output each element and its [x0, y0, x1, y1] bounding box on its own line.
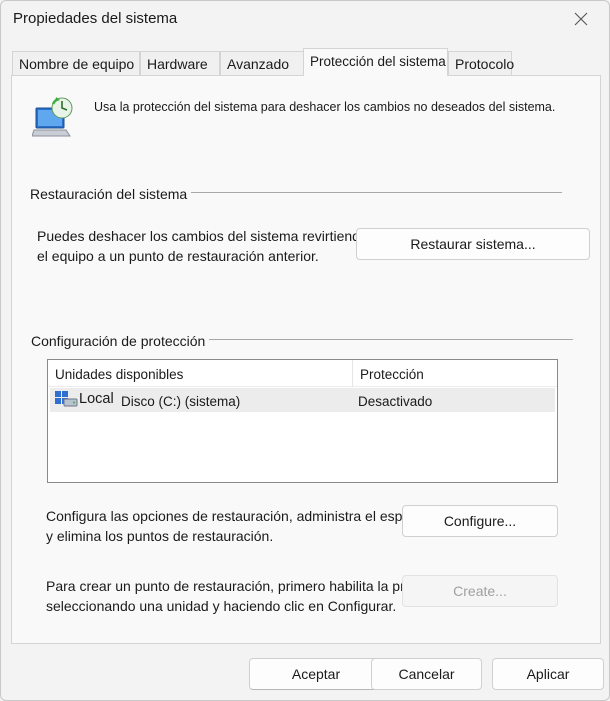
create-button[interactable]: Create... — [402, 575, 558, 607]
tab-label: Protección del sistema — [310, 54, 446, 69]
restore-group-label: Restauración del sistema — [30, 186, 192, 202]
tab-computer-name[interactable]: Nombre de equipo — [12, 51, 140, 75]
tab-remote[interactable]: Protocolo — [448, 51, 515, 75]
drives-list[interactable]: Unidades disponibles Protección Local Di… — [47, 359, 558, 483]
window-title: Propiedades del sistema — [13, 10, 178, 27]
apply-button[interactable]: Aplicar — [492, 658, 604, 690]
tab-hardware[interactable]: Hardware — [140, 51, 220, 75]
create-description-line: Para crear un punto de restauración, pri… — [46, 578, 457, 594]
system-restore-button[interactable]: Restaurar sistema... — [356, 228, 590, 260]
tab-advanced[interactable]: Avanzado — [220, 51, 304, 75]
drive-name: Disco (C:) (sistema) — [121, 394, 241, 409]
drive-icon — [55, 391, 78, 407]
restore-description: Puedes deshacer los cambios del sistema … — [37, 226, 368, 266]
tab-label: Protocolo — [455, 56, 515, 72]
table-row[interactable]: Local Disco (C:) (sistema) Desactivado — [50, 388, 555, 412]
cancel-button[interactable]: Cancelar — [371, 658, 482, 690]
column-header-drives[interactable]: Unidades disponibles — [55, 367, 183, 382]
tab-label: Hardware — [147, 56, 208, 72]
list-header: Unidades disponibles Protección — [48, 360, 557, 387]
restore-description-line: Puedes deshacer los cambios del sistema … — [37, 228, 368, 244]
close-button[interactable] — [561, 5, 601, 33]
tab-system-protection[interactable]: Protección del sistema — [303, 48, 448, 76]
system-protection-icon — [32, 97, 73, 137]
dialog-window: Propiedades del sistema Nombre de equipo… — [0, 0, 610, 701]
configure-button[interactable]: Configure... — [402, 505, 558, 537]
tab-panel: Usa la protección del sistema para desha… — [11, 75, 601, 644]
drive-name-part: Local — [79, 391, 114, 407]
tab-label: Avanzado — [227, 56, 290, 72]
tab-strip: Nombre de equipo Hardware Avanzado Prote… — [12, 48, 602, 76]
create-description: Para crear un punto de restauración, pri… — [46, 576, 457, 616]
ok-button[interactable]: Aceptar — [249, 658, 383, 690]
column-header-protection[interactable]: Protección — [360, 367, 424, 382]
intro-description: Usa la protección del sistema para desha… — [94, 100, 556, 114]
close-icon — [574, 12, 588, 26]
protection-group-label: Configuración de protección — [31, 333, 210, 349]
tab-label: Nombre de equipo — [19, 56, 135, 72]
restore-description-line: el equipo a un punto de restauración ant… — [37, 248, 319, 264]
column-separator[interactable] — [352, 360, 353, 387]
title-bar[interactable]: Propiedades del sistema — [1, 1, 609, 41]
create-description-line: seleccionando una unidad y haciendo clic… — [46, 598, 397, 614]
protection-status: Desactivado — [358, 394, 433, 409]
